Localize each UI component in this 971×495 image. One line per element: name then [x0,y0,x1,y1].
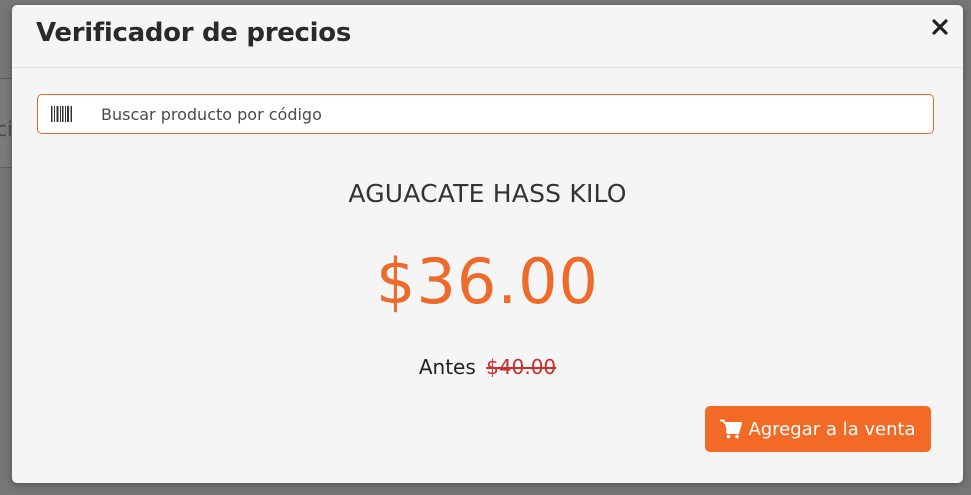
search-input[interactable] [101,95,921,133]
product-price: $36.00 [376,245,599,318]
add-to-sale-label: Agregar a la venta [748,418,916,440]
product-name: AGUACATE HASS KILO [348,179,627,208]
close-icon [932,19,948,35]
modal-title: Verificador de precios [36,18,352,48]
shopping-cart-icon [720,419,743,439]
previous-price-line: Antes $40.00 [12,355,963,379]
search-box[interactable] [37,94,934,134]
barcode-icon [51,106,72,122]
add-to-sale-button[interactable]: Agregar a la venta [705,406,931,452]
background-text-fragment: ci [0,117,13,141]
previous-price-label: Antes [418,355,476,379]
close-button[interactable] [931,18,949,36]
price-checker-modal: Verificador de precios AGUACATE HASS KIL… [12,5,963,483]
previous-price-value: $40.00 [486,355,557,379]
modal-header: Verificador de precios [12,5,963,68]
